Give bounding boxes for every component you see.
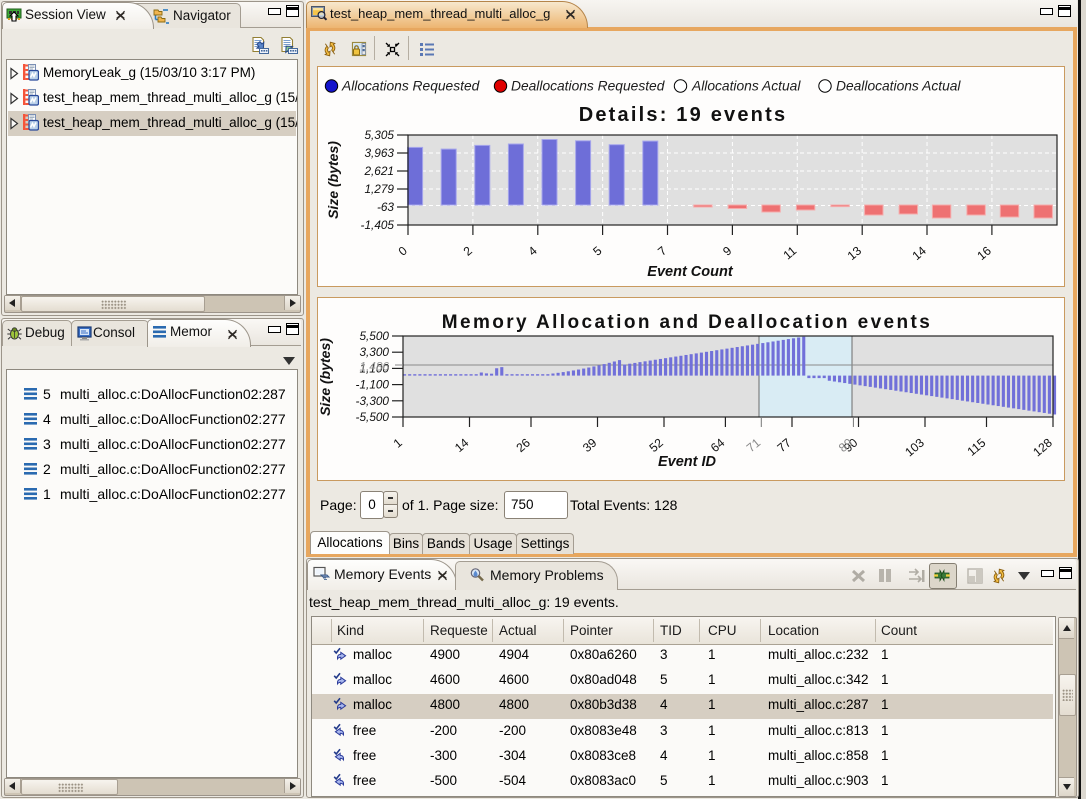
svg-text:Allocations Requested: Allocations Requested — [341, 79, 481, 94]
svg-text:Allocations Actual: Allocations Actual — [691, 79, 801, 94]
svg-text:2,621: 2,621 — [363, 164, 394, 178]
svg-text:5,305: 5,305 — [364, 128, 394, 142]
svg-text:1,279: 1,279 — [364, 182, 394, 196]
svg-text:3,963: 3,963 — [364, 146, 394, 160]
svg-text:-63: -63 — [377, 200, 394, 214]
svg-text:-5,500: -5,500 — [356, 410, 390, 424]
svg-text:-3,300: -3,300 — [356, 394, 390, 408]
svg-text:-1,100: -1,100 — [356, 378, 390, 392]
svg-text:Details: 19 events: Details: 19 events — [579, 104, 788, 126]
svg-text:5,500: 5,500 — [359, 329, 389, 343]
svg-text:Memory Allocation and Dealloca: Memory Allocation and Deallocation event… — [442, 312, 932, 333]
svg-text:Event ID: Event ID — [658, 454, 717, 470]
svg-text:Deallocations Requested: Deallocations Requested — [511, 79, 666, 94]
svg-text:1,486: 1,486 — [359, 360, 389, 374]
svg-text:Deallocations Actual: Deallocations Actual — [836, 79, 961, 94]
svg-text:Event Count: Event Count — [647, 264, 734, 280]
svg-text:Size (bytes): Size (bytes) — [317, 338, 333, 416]
svg-text:Size (bytes): Size (bytes) — [325, 141, 341, 219]
svg-text:-1,405: -1,405 — [361, 218, 395, 232]
svg-text:3,300: 3,300 — [359, 345, 389, 359]
